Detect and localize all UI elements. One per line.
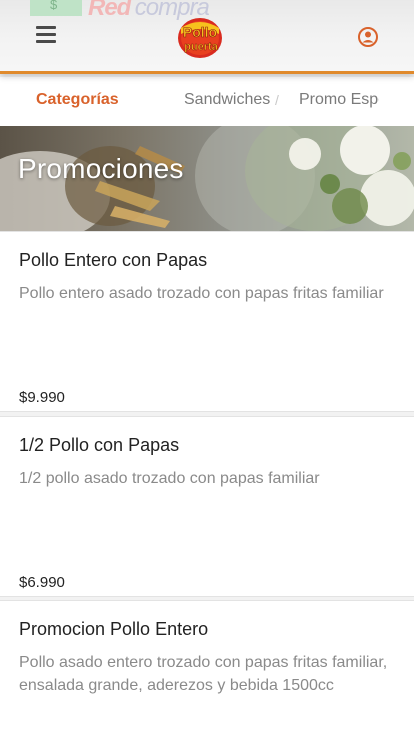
tab-sandwiches[interactable]: Sandwiches (184, 91, 270, 109)
promotions-title: Promociones (18, 153, 184, 184)
logo-word-puerta: puerta (184, 41, 219, 53)
product-description: Pollo asado entero trozado con papas fri… (19, 654, 388, 694)
tab-separator: / (275, 92, 279, 108)
pollo-puerta-logo[interactable]: Pollo puerta (175, 14, 225, 60)
user-account-icon[interactable] (357, 26, 379, 48)
category-tabs: Categorías Sandwiches / Promo Especial (0, 77, 414, 126)
product-name: Promocion Pollo Entero (19, 619, 209, 639)
banner-currency-glyph: $ (50, 0, 58, 12)
product-card[interactable]: Promocion Pollo Entero Pollo asado enter… (0, 600, 414, 736)
tab-promo-especial[interactable]: Promo Especial (299, 91, 379, 109)
product-price: $6.990 (19, 574, 65, 591)
tab-categorias[interactable]: Categorías (36, 91, 119, 109)
logo-word-pollo: Pollo (183, 24, 217, 40)
app-header: $ Red compra Pollo puerta (0, 0, 414, 74)
product-name: 1/2 Pollo con Papas (19, 435, 180, 455)
hamburger-menu-icon[interactable] (36, 26, 56, 44)
banner-red-word: Red (88, 0, 131, 21)
product-price: $9.990 (19, 389, 65, 406)
partner-banner: $ Red compra (30, 0, 260, 21)
promotions-banner: Promociones (0, 126, 414, 231)
product-description: Pollo entero asado trozado con papas fri… (19, 285, 384, 302)
product-name: Pollo Entero con Papas (19, 250, 208, 270)
banner-text: Red compra (88, 0, 258, 21)
product-description: 1/2 pollo asado trozado con papas famili… (19, 470, 320, 487)
tabs-fade-edge (380, 77, 414, 126)
product-card[interactable]: 1/2 Pollo con Papas 1/2 pollo asado troz… (0, 416, 414, 597)
banner-green-block: $ (30, 0, 82, 16)
product-card[interactable]: Pollo Entero con Papas Pollo entero asad… (0, 231, 414, 412)
